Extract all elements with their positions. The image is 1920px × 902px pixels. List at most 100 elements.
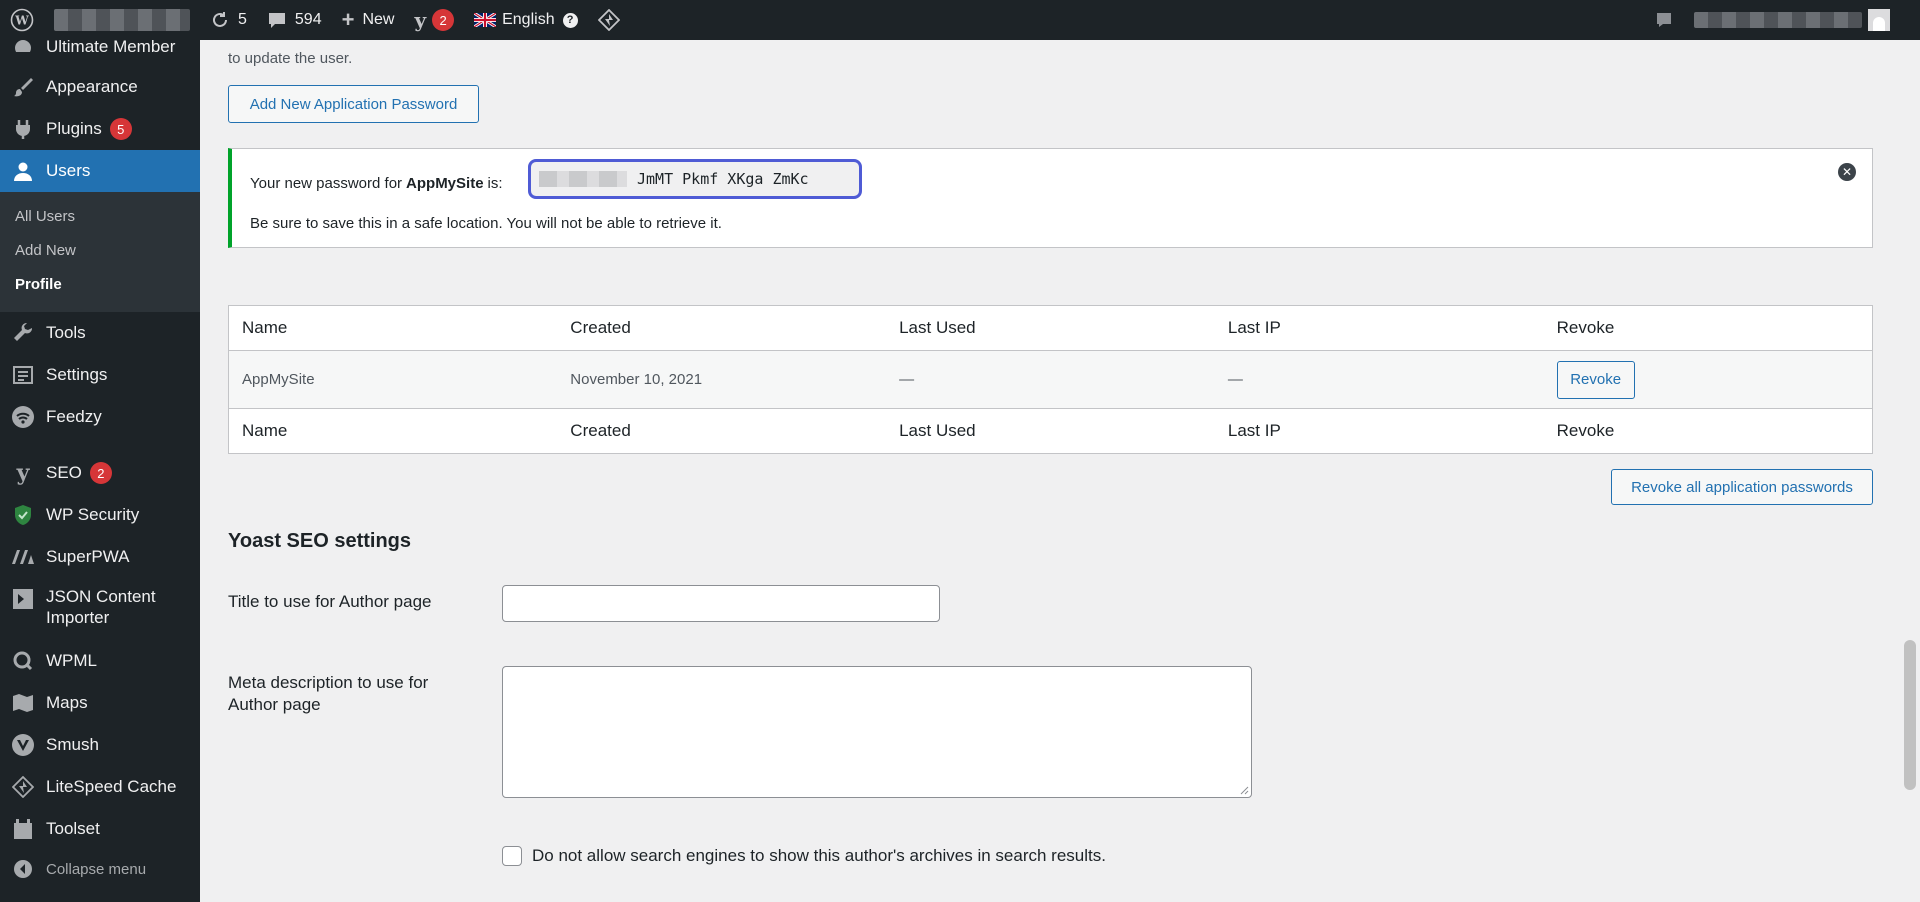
- add-new-application-password-button[interactable]: Add New Application Password: [228, 85, 479, 123]
- yoast-icon: y: [16, 460, 30, 486]
- sidebar-item-appearance[interactable]: Appearance: [0, 66, 200, 108]
- updates-link[interactable]: 5: [200, 0, 257, 40]
- account-name-redacted[interactable]: [1684, 0, 1868, 40]
- dismiss-notice-icon[interactable]: ✕: [1838, 163, 1856, 181]
- map-icon: [10, 690, 36, 716]
- meta-description-label: Meta description to use for Author page: [228, 672, 428, 716]
- admin-sidebar: Ultimate Member Appearance Plugins 5 Use…: [0, 40, 200, 902]
- shield-icon: [10, 502, 36, 528]
- sidebar-item-superpwa[interactable]: SuperPWA: [0, 536, 200, 578]
- yoast-icon: y: [414, 8, 427, 32]
- table-row: AppMySite November 10, 2021 — — Revoke: [228, 350, 1873, 409]
- sidebar-item-smush[interactable]: Smush: [0, 724, 200, 766]
- updates-icon: [210, 10, 230, 30]
- litespeed-icon: [10, 774, 36, 800]
- sidebar-item-litespeed-cache[interactable]: LiteSpeed Cache: [0, 766, 200, 808]
- noindex-author-label: Do not allow search engines to show this…: [532, 846, 1106, 865]
- table-footer-row: Name Created Last Used Last IP Revoke: [228, 408, 1873, 454]
- author-title-label: Title to use for Author page: [228, 592, 432, 611]
- column-footer-revoke: Revoke: [1543, 408, 1873, 454]
- revoke-all-button[interactable]: Revoke all application passwords: [1611, 469, 1873, 505]
- new-password-field[interactable]: JmMT Pkmf XKga ZmKc: [528, 159, 862, 199]
- user-icon: [10, 158, 36, 184]
- json-label-line1: JSON Content: [46, 587, 156, 606]
- sidebar-item-json-content-importer[interactable]: JSON Content Importer: [0, 578, 200, 640]
- noindex-author-checkbox[interactable]: [502, 846, 522, 866]
- seo-notification-badge: 2: [89, 462, 112, 484]
- json-icon: [10, 586, 36, 612]
- resize-handle-icon: [1240, 786, 1249, 795]
- paintbrush-icon: [10, 74, 36, 100]
- cell-created: November 10, 2021: [557, 350, 887, 409]
- notice-warning: Be sure to save this in a safe location.…: [250, 215, 722, 232]
- column-header-last-ip: Last IP: [1214, 305, 1544, 351]
- notice-app-name: AppMySite: [406, 175, 484, 192]
- column-header-name: Name: [228, 305, 558, 351]
- noindex-author-option: Do not allow search engines to show this…: [502, 846, 1106, 866]
- sidebar-item-tools[interactable]: Tools: [0, 312, 200, 354]
- column-footer-created: Created: [557, 408, 887, 454]
- notice-suffix: is:: [487, 175, 503, 192]
- submenu-all-users[interactable]: All Users: [0, 200, 200, 234]
- sidebar-item-maps[interactable]: Maps: [0, 682, 200, 724]
- application-passwords-table: Name Created Last Used Last IP Revoke Ap…: [228, 305, 1873, 454]
- revoke-button[interactable]: Revoke: [1556, 360, 1635, 399]
- collapse-menu-button[interactable]: Collapse menu: [0, 852, 200, 886]
- cell-last-ip: —: [1214, 350, 1544, 409]
- page-scrollbar[interactable]: [1900, 40, 1920, 902]
- comments-count: 594: [294, 11, 322, 28]
- plugin-icon: [10, 116, 36, 142]
- sidebar-item-ultimate-member[interactable]: Ultimate Member: [0, 40, 200, 55]
- sidebar-item-wp-security[interactable]: WP Security: [0, 494, 200, 536]
- plugins-update-badge: 5: [109, 118, 132, 140]
- avatar[interactable]: [1868, 0, 1920, 40]
- toolset-icon: [10, 816, 36, 842]
- sidebar-item-users[interactable]: Users: [0, 150, 200, 192]
- column-footer-last-used: Last Used: [886, 408, 1215, 454]
- sidebar-item-toolset[interactable]: Toolset: [0, 808, 200, 850]
- sidebar-item-plugins[interactable]: Plugins 5: [0, 108, 200, 150]
- submenu-add-new[interactable]: Add New: [0, 234, 200, 268]
- comment-icon: [267, 10, 287, 30]
- admin-bar: W 5 594 + New y 2 English ?: [0, 0, 1920, 40]
- language-label: English: [502, 11, 555, 28]
- sidebar-item-settings[interactable]: Settings: [0, 354, 200, 396]
- wrench-icon: [10, 320, 36, 346]
- new-password-notice: Your new password for AppMySite is: JmMT…: [228, 148, 1873, 248]
- yoast-notification-badge: 2: [432, 9, 455, 31]
- scrollbar-thumb[interactable]: [1904, 640, 1916, 790]
- column-header-last-used: Last Used: [886, 305, 1215, 351]
- smush-icon: [10, 732, 36, 758]
- author-title-input[interactable]: [502, 585, 940, 622]
- notice-prefix: Your new password for: [250, 175, 403, 192]
- site-name-redacted[interactable]: [44, 0, 200, 40]
- new-content-link[interactable]: + New: [332, 0, 405, 40]
- sidebar-item-feedzy[interactable]: Feedzy: [0, 396, 200, 438]
- rss-icon: [10, 404, 36, 430]
- main-content: to update the user. Add New Application …: [200, 40, 1900, 902]
- sidebar-item-wpml[interactable]: WPML: [0, 640, 200, 682]
- notice-password-line: Your new password for AppMySite is:: [250, 175, 503, 192]
- comments-link[interactable]: 594: [257, 0, 332, 40]
- cell-name: AppMySite: [228, 350, 558, 409]
- litespeed-adminbar-icon[interactable]: [588, 0, 630, 40]
- cell-revoke: Revoke: [1543, 350, 1873, 409]
- yoast-adminbar-link[interactable]: y 2: [404, 0, 464, 40]
- svg-text:W: W: [14, 14, 29, 28]
- meta-description-textarea[interactable]: [502, 666, 1252, 798]
- section-description: to update the user.: [228, 50, 353, 67]
- help-icon: ?: [562, 12, 578, 28]
- pwa-icon: [10, 544, 36, 570]
- wordpress-logo-icon[interactable]: W: [0, 0, 44, 40]
- uk-flag-icon: [474, 13, 497, 27]
- meta-label-line2: Author page: [228, 695, 321, 714]
- column-footer-last-ip: Last IP: [1214, 408, 1544, 454]
- submenu-profile[interactable]: Profile: [0, 268, 200, 302]
- notifications-icon[interactable]: [1644, 0, 1684, 40]
- column-header-created: Created: [557, 305, 887, 351]
- yoast-settings-heading: Yoast SEO settings: [228, 530, 412, 552]
- language-switcher[interactable]: English ?: [464, 0, 587, 40]
- sidebar-item-seo[interactable]: y SEO 2: [0, 452, 200, 494]
- cell-last-used: —: [886, 350, 1215, 409]
- column-header-revoke: Revoke: [1543, 305, 1873, 351]
